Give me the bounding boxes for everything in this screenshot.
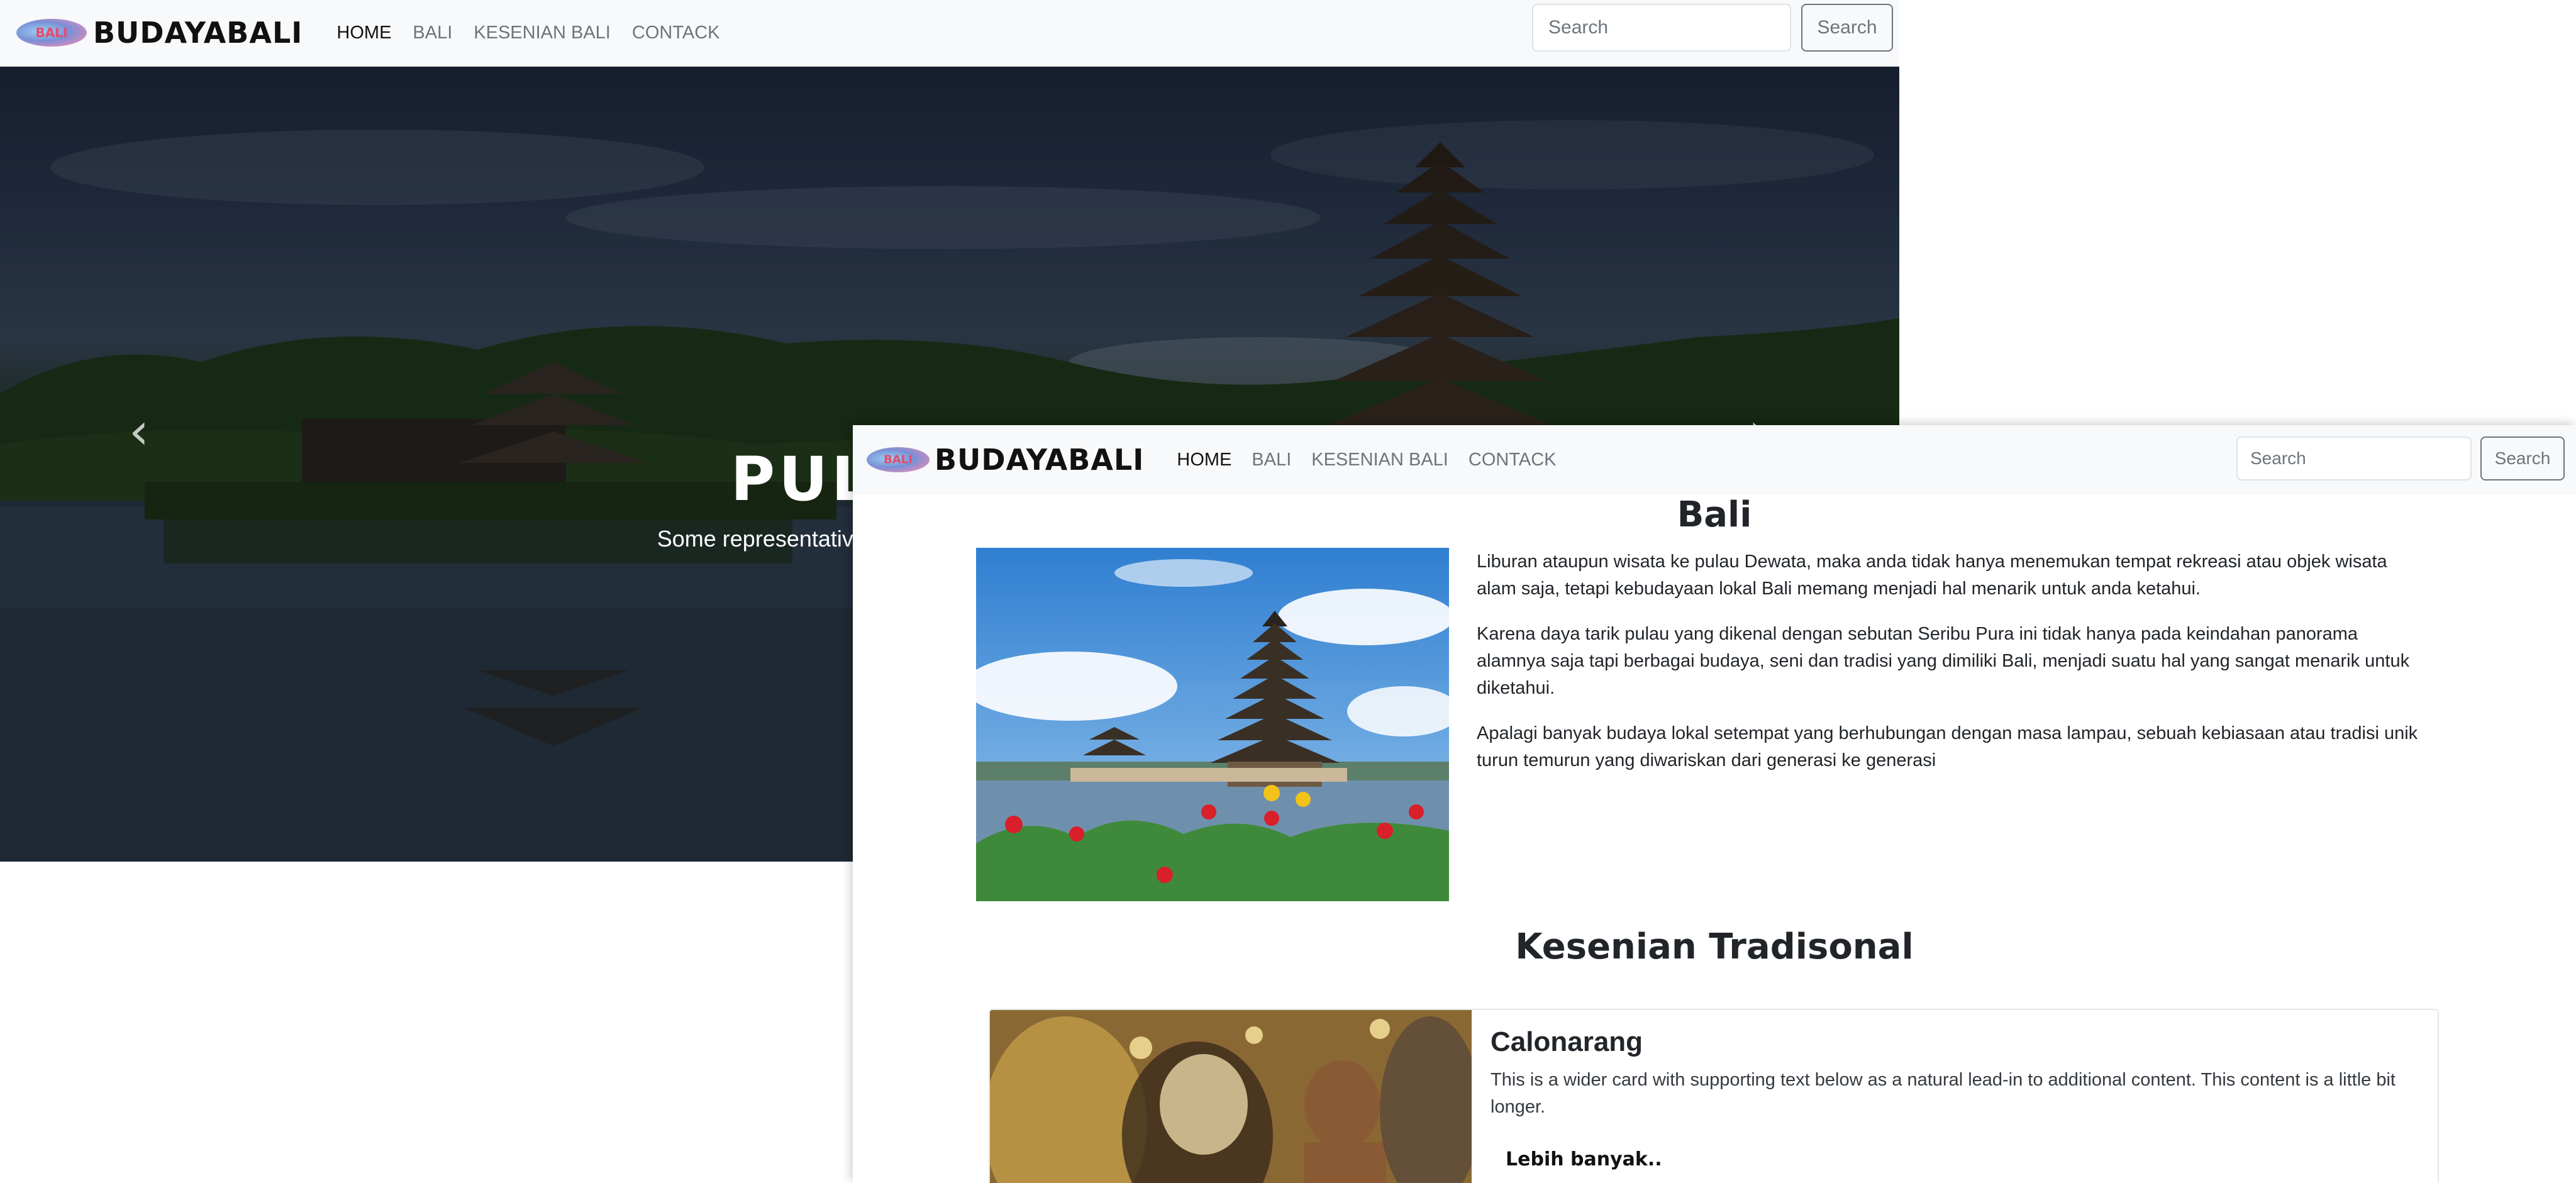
card-title: Calonarang [1491,1026,1643,1057]
calonarang-image [990,1010,1472,1183]
nav-kesenian-bali[interactable]: KESENIAN BALI [474,23,611,43]
logo-text: BALI [884,453,913,467]
search-button[interactable]: Search [1801,4,1893,52]
search-button[interactable]: Search [2480,436,2565,480]
bali-paragraph: Apalagi banyak budaya lokal setempat yan… [1477,723,2418,770]
nav-links: HOME BALI KESENIAN BALI CONTACK [336,23,719,43]
logo-text: BALI [35,25,68,40]
brand-link[interactable]: BALI BUDAYABALI [16,16,303,50]
search-input[interactable] [1532,4,1791,52]
navbar: BALI BUDAYABALI HOME BALI KESENIAN BALI … [853,425,2576,494]
nav-bali[interactable]: BALI [413,23,452,43]
nav-home[interactable]: HOME [1177,450,1231,470]
bali-paragraph: Liburan ataupun wisata ke pulau Dewata, … [1477,552,2387,599]
brand-link[interactable]: BALI BUDAYABALI [867,443,1144,477]
front-window: BALI BUDAYABALI HOME BALI KESENIAN BALI … [853,425,2576,1183]
read-more-link[interactable]: Lebih banyak.. [1506,1148,1662,1170]
nav-bali[interactable]: BALI [1252,450,1291,470]
bali-section-title: Bali [1677,494,1752,535]
kesenian-section-title: Kesenian Tradisonal [1515,926,1914,967]
search-input[interactable] [2236,436,2472,480]
brand-name: BUDAYABALI [935,443,1145,477]
bali-logo: BALI [16,19,87,47]
brand-name: BUDAYABALI [93,16,303,50]
bali-logo: BALI [867,447,930,472]
nav-home[interactable]: HOME [336,23,391,43]
search-form: Search [2236,436,2565,480]
nav-contack[interactable]: CONTACK [632,23,720,43]
nav-links: HOME BALI KESENIAN BALI CONTACK [1177,450,1556,470]
bali-paragraph: Karena daya tarik pulau yang dikenal den… [1477,624,2410,698]
search-form: Search [1532,4,1893,52]
kesenian-card: Calonarang This is a wider card with sup… [989,1009,2439,1183]
nav-contack[interactable]: CONTACK [1468,450,1557,470]
bali-temple-image [976,548,1449,901]
nav-kesenian-bali[interactable]: KESENIAN BALI [1311,450,1448,470]
card-body: Calonarang This is a wider card with sup… [1491,1026,2421,1170]
bali-description: Liburan ataupun wisata ke pulau Dewata, … [1477,548,2426,792]
card-text: This is a wider card with supporting tex… [1491,1070,2396,1117]
navbar: BALI BUDAYABALI HOME BALI KESENIAN BALI … [0,0,1899,67]
